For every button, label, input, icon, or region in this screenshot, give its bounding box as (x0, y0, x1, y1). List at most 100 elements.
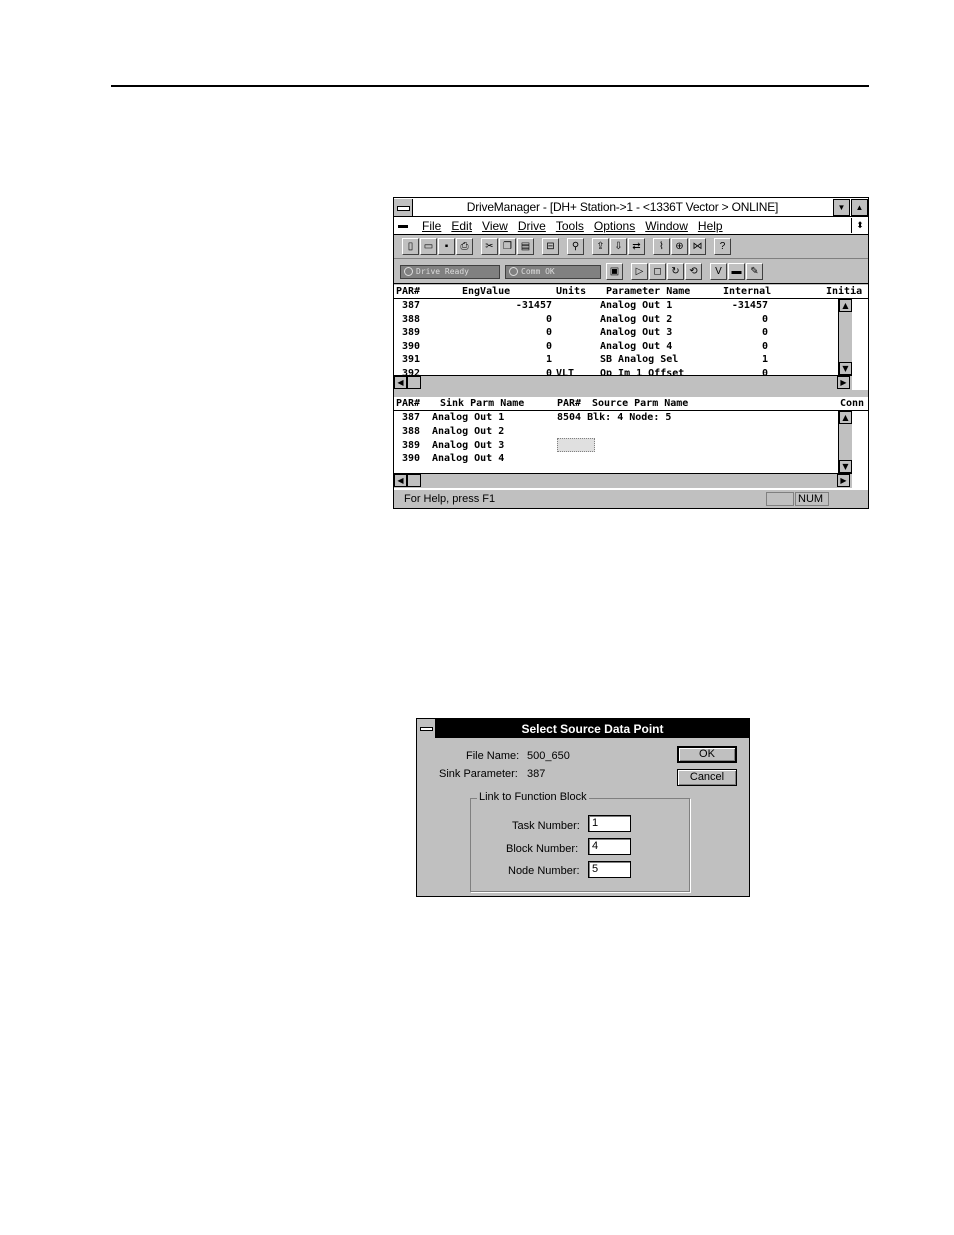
document-system-menu-icon[interactable]: ▬ (394, 220, 412, 231)
block-number-input[interactable]: 4 (588, 838, 631, 855)
stop-icon[interactable]: ◻ (649, 263, 666, 280)
scroll-down-button[interactable]: ▼ (839, 362, 852, 375)
parameter-cell-eng: 0 (545, 313, 552, 325)
link-icon[interactable]: ⋈ (689, 238, 706, 255)
parameter-cell-name: SB Analog Sel (600, 354, 679, 366)
led-icon (404, 267, 413, 276)
link-cell-par: 390 (402, 453, 421, 465)
menu-options[interactable]: Options (594, 219, 635, 233)
monitor-icon[interactable]: ▬ (728, 263, 745, 280)
drag-placeholder (557, 438, 595, 452)
network-icon[interactable]: ⊕ (671, 238, 688, 255)
copy-icon[interactable]: ❐ (499, 238, 516, 255)
restore-document-icon[interactable]: ⬍ (851, 218, 868, 233)
meter-icon[interactable]: V (710, 263, 727, 280)
link-cell-sink: Analog Out 4 (432, 453, 505, 465)
parameter-cell-eng: 0 (545, 340, 552, 352)
status-bar: For Help, press F1 NUM (394, 489, 868, 508)
link-table-header: PAR# Sink Parm Name PAR# Source Parm Nam… (394, 397, 868, 411)
open-folder-icon[interactable]: ▭ (420, 238, 437, 255)
down-arrow-icon: ▼ (837, 202, 846, 212)
menu-window[interactable]: Window (645, 219, 688, 233)
drive-panel-icon[interactable]: ▣ (606, 263, 623, 280)
link-row[interactable]: 389 Analog Out 3 (394, 439, 854, 452)
system-menu-button[interactable] (394, 198, 413, 216)
link-cell-par: 388 (402, 425, 421, 437)
comm-ok-indicator: Comm OK (505, 264, 601, 279)
status-help-text: For Help, press F1 (404, 493, 496, 505)
parameter-cell-par: 390 (402, 340, 421, 352)
cut-icon[interactable]: ✂ (481, 238, 498, 255)
scroll-right-button[interactable]: ▶ (837, 376, 850, 389)
task-number-input[interactable]: 1 (588, 815, 631, 832)
status-panel-empty (766, 492, 794, 506)
node-number-input[interactable]: 5 (588, 861, 631, 878)
parameter-row[interactable]: 390 0 Analog Out 4 0 (394, 340, 854, 353)
parameter-row[interactable]: 391 1 SB Analog Sel 1 (394, 353, 854, 366)
scroll-thumb[interactable] (407, 376, 421, 389)
link-cell-sink: Analog Out 3 (432, 439, 505, 451)
find-binoculars-icon[interactable]: ⚲ (567, 238, 584, 255)
link-row[interactable]: 388 Analog Out 2 (394, 425, 854, 438)
task-number-label: Task Number: (512, 820, 580, 832)
parameter-cell-par: 389 (402, 327, 421, 339)
parameter-cell-eng: -31457 (515, 300, 552, 311)
ok-button[interactable]: OK (677, 746, 737, 763)
link-row[interactable]: 390 Analog Out 4 (394, 452, 854, 465)
dialog-title: Select Source Data Point (521, 721, 664, 736)
compare-icon[interactable]: ⊟ (542, 238, 559, 255)
minimize-button[interactable]: ▼ (833, 198, 850, 216)
menu-tools[interactable]: Tools (556, 219, 584, 233)
download-icon[interactable]: ⇩ (610, 238, 627, 255)
menu-drive[interactable]: Drive (518, 219, 546, 233)
upload-icon[interactable]: ⇪ (592, 238, 609, 255)
parameter-table-header: PAR# EngValue Units Parameter Name Inter… (394, 285, 868, 299)
link-row[interactable]: 387 Analog Out 1 8504 Blk: 4 Node: 5 (394, 411, 854, 424)
scroll-right-button[interactable]: ▶ (837, 474, 850, 487)
context-help-icon[interactable]: ? (714, 238, 731, 255)
menu-view[interactable]: View (482, 219, 508, 233)
parameter-pane: PAR# EngValue Units Parameter Name Inter… (394, 285, 868, 390)
dialog-system-menu-button[interactable] (417, 719, 436, 738)
pencil-edit-icon[interactable]: ✎ (746, 263, 763, 280)
link-cell-source: 8504 Blk: 4 Node: 5 (557, 412, 672, 423)
scroll-up-button[interactable]: ▲ (839, 411, 852, 424)
menu-edit[interactable]: Edit (451, 219, 472, 233)
jog-icon[interactable]: ↻ (667, 263, 684, 280)
link-cell-sink: Analog Out 2 (432, 425, 505, 437)
scroll-down-button[interactable]: ▼ (839, 460, 852, 473)
parameter-vertical-scrollbar[interactable]: ▲ ▼ (838, 299, 852, 375)
print-icon[interactable]: ⎙ (456, 238, 473, 255)
maximize-button[interactable]: ▲ (851, 198, 868, 216)
parameter-horizontal-scrollbar[interactable]: ◀ ▶ (394, 375, 852, 390)
menu-file[interactable]: File (422, 219, 441, 233)
up-arrow-icon: ▲ (855, 202, 864, 212)
scroll-left-button[interactable]: ◀ (394, 474, 407, 487)
reset-icon[interactable]: ⟲ (685, 263, 702, 280)
parameter-row[interactable]: 387 -31457 Analog Out 1 -31457 (394, 299, 854, 312)
sink-parameter-value: 387 (527, 768, 546, 780)
scroll-up-button[interactable]: ▲ (839, 299, 852, 312)
cancel-button[interactable]: Cancel (677, 769, 737, 786)
file-transfer-icon[interactable]: ⇄ (628, 238, 645, 255)
start-icon[interactable]: ▷ (631, 263, 648, 280)
node-number-label: Node Number: (508, 865, 580, 877)
new-file-icon[interactable]: ▯ (402, 238, 419, 255)
link-cell-sink: Analog Out 1 (432, 412, 505, 423)
parameter-row[interactable]: 389 0 Analog Out 3 0 (394, 326, 854, 339)
link-function-block-group: Link to Function Block (470, 791, 690, 892)
scroll-thumb[interactable] (407, 474, 421, 487)
save-disk-icon[interactable]: ▪ (438, 238, 455, 255)
parameter-row[interactable]: 388 0 Analog Out 2 0 (394, 313, 854, 326)
scroll-left-button[interactable]: ◀ (394, 376, 407, 389)
link-horizontal-scrollbar[interactable]: ◀ ▶ (394, 473, 852, 488)
paste-icon[interactable]: ▤ (517, 238, 534, 255)
menu-help[interactable]: Help (698, 219, 723, 233)
link-vertical-scrollbar[interactable]: ▲ ▼ (838, 411, 852, 473)
chart-icon[interactable]: ⌇ (653, 238, 670, 255)
parameter-cell-internal: 0 (761, 340, 768, 352)
parameter-cell-internal: 0 (761, 313, 768, 325)
link-pane: PAR# Sink Parm Name PAR# Source Parm Nam… (394, 397, 868, 489)
drive-status-toolbar: Drive Ready Comm OK ▣ ▷ ◻ ↻ ⟲ V ▬ ✎ (394, 260, 868, 284)
parameter-cell-par: 388 (402, 313, 421, 325)
